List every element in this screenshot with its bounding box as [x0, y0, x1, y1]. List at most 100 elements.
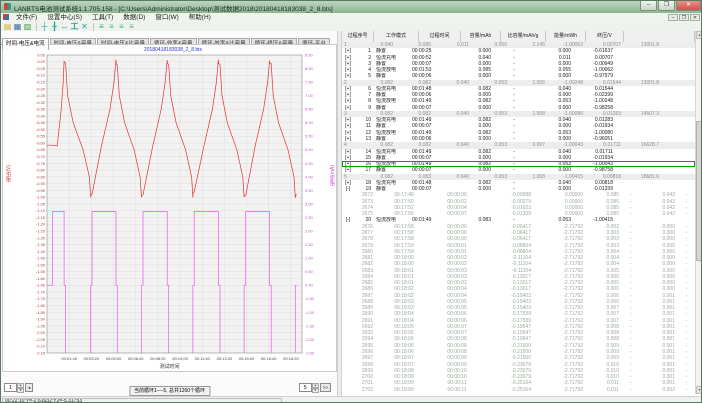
- app-logo-icon: [4, 3, 11, 10]
- svg-text:-1.15: -1.15: [36, 215, 46, 220]
- column-header: 工作模式: [374, 31, 419, 42]
- svg-text:-1.45: -1.45: [36, 256, 46, 261]
- svg-text:-1.80: -1.80: [36, 303, 46, 308]
- svg-text:-0.25: -0.25: [36, 93, 46, 98]
- marker-point-icon[interactable]: ╂: [50, 22, 59, 31]
- svg-text:-2.50: -2.50: [305, 350, 315, 355]
- column-header: 过程序号: [342, 31, 374, 42]
- scroll-up-icon[interactable]: ▲: [696, 31, 702, 39]
- menu-items: 文件(F)设置中心(S)工具(T)数据(D)窗口(W)帮助(H): [11, 13, 216, 22]
- svg-text:-0.15: -0.15: [36, 79, 46, 84]
- data-list-icon-3[interactable]: ≡: [117, 22, 126, 31]
- svg-text:-2.00: -2.00: [305, 337, 315, 342]
- menu-item-4[interactable]: 窗口(W): [150, 13, 183, 22]
- cell: -2.71792: [534, 387, 586, 393]
- scale-adjust-icon[interactable]: ↔: [60, 22, 69, 31]
- svg-text:00:18:20: 00:18:20: [283, 356, 299, 360]
- menu-item-5[interactable]: 帮助(H): [184, 13, 216, 22]
- minimize-button[interactable]: –: [640, 1, 657, 11]
- svg-text:-1.90: -1.90: [36, 317, 46, 322]
- svg-text:-0.80: -0.80: [36, 168, 46, 173]
- svg-text:-1.30: -1.30: [36, 235, 46, 240]
- marker-cross-icon[interactable]: ┼: [40, 22, 49, 31]
- close-curve-icon[interactable]: ✕: [80, 22, 89, 31]
- svg-text:3.50: 3.50: [305, 188, 314, 193]
- tools-icon[interactable]: 工: [70, 22, 79, 31]
- svg-text:-1.20: -1.20: [36, 222, 46, 227]
- cycle-range-label[interactable]: 当前循环1----5, 总共1260个循环: [129, 386, 210, 396]
- svg-text:7.50: 7.50: [305, 79, 314, 84]
- scrollbar-thumb[interactable]: [696, 121, 702, 261]
- menu-item-1[interactable]: 设置中心(S): [42, 13, 87, 22]
- svg-text:-0.05: -0.05: [36, 66, 46, 71]
- svg-text:8.00: 8.00: [305, 66, 314, 71]
- svg-text:-0.90: -0.90: [36, 181, 46, 186]
- column-header: 过程时间: [419, 31, 461, 42]
- vertical-scrollbar[interactable]: ▲ ▼: [695, 31, 702, 394]
- svg-text:-1.60: -1.60: [36, 276, 46, 281]
- maximize-button[interactable]: ❐: [658, 1, 675, 11]
- svg-text:-2.05: -2.05: [36, 337, 46, 342]
- svg-text:-0.35: -0.35: [36, 107, 46, 112]
- mdi-close-button[interactable]: ✕: [690, 14, 700, 21]
- column-header: 比容量/mAh/g: [501, 31, 546, 42]
- svg-text:7.00: 7.00: [305, 93, 314, 98]
- menu-item-3[interactable]: 数据(D): [118, 13, 150, 22]
- table-row[interactable]: 270200:18:0900:00:11-0.25164-2.717920.01…: [342, 387, 695, 393]
- svg-text:1.00: 1.00: [305, 256, 314, 261]
- svg-text:00:10:00: 00:10:00: [172, 356, 188, 360]
- menu-item-2[interactable]: 工具(T): [87, 13, 118, 22]
- column-header: [624, 31, 695, 42]
- svg-text:5.50: 5.50: [305, 134, 314, 139]
- mdi-restore-button[interactable]: ❐: [679, 14, 689, 21]
- status-bar: 00:22:10;Y=-2.61632;Y2=-5.31753: [1, 396, 702, 403]
- data-list-icon-2[interactable]: ≡: [107, 22, 116, 31]
- svg-text:-0.50: -0.50: [305, 296, 315, 301]
- svg-text:-0.50: -0.50: [36, 127, 46, 132]
- column-header: 容量/mAh: [461, 31, 501, 42]
- chart-panel: 时间-电压&电流时间-电压&容量时间-电压&比容量循环-效率&容量循环-效率&比…: [1, 31, 337, 396]
- chart-canvas: 0.050.00-0.05-0.10-0.15-0.20-0.25-0.30-0…: [3, 45, 336, 360]
- svg-text:00:11:40: 00:11:40: [195, 356, 211, 360]
- fast-forward-button[interactable]: >>: [320, 383, 331, 392]
- svg-text:2.50: 2.50: [305, 215, 314, 220]
- data-table-panel: 过程序号工作模式过程时间容量/mAh比容量/mAh/g能量/mWh终压/V 10…: [342, 31, 702, 396]
- prev-cycle-button[interactable]: ◂: [25, 383, 33, 392]
- svg-text:00:06:40: 00:06:40: [128, 356, 144, 360]
- svg-text:00:03:20: 00:03:20: [84, 356, 100, 360]
- spin-down-icon[interactable]: ▼: [312, 388, 319, 393]
- cell: -0.25164: [482, 387, 534, 393]
- svg-text:-1.95: -1.95: [36, 323, 46, 328]
- spin-down-icon[interactable]: ▼: [17, 388, 24, 393]
- svg-text:-0.10: -0.10: [36, 73, 46, 78]
- svg-text:-1.05: -1.05: [36, 201, 46, 206]
- mdi-minimize-button[interactable]: –: [668, 14, 678, 21]
- svg-text:-0.70: -0.70: [36, 154, 46, 159]
- data-list-icon-1[interactable]: ≡: [97, 22, 106, 31]
- svg-text:-0.45: -0.45: [36, 120, 46, 125]
- svg-text:-1.50: -1.50: [36, 262, 46, 267]
- column-header: 能量/mWh: [546, 31, 586, 42]
- svg-text:0.00: 0.00: [305, 283, 314, 288]
- save-icon[interactable]: ▦: [13, 22, 22, 31]
- svg-text:00:15:00: 00:15:00: [239, 356, 255, 360]
- svg-text:3.00: 3.00: [305, 201, 314, 206]
- data-list-icon-4[interactable]: ≡: [127, 22, 136, 31]
- open-file-icon[interactable]: ▤: [3, 22, 12, 31]
- scroll-down-icon[interactable]: ▼: [696, 386, 702, 394]
- export-image-icon[interactable]: ▧: [23, 22, 32, 31]
- close-button[interactable]: ✕: [676, 1, 701, 11]
- svg-text:4.50: 4.50: [305, 161, 314, 166]
- svg-text:5.00: 5.00: [305, 147, 314, 152]
- start-cycle-spinner[interactable]: 1: [4, 383, 17, 392]
- svg-text:-0.40: -0.40: [36, 113, 46, 118]
- tab-0[interactable]: 时间-电压&电流: [2, 38, 49, 50]
- svg-text:1.50: 1.50: [305, 242, 314, 247]
- menu-item-0[interactable]: 文件(F): [11, 13, 42, 22]
- toolbar-separator: [93, 23, 94, 31]
- end-cycle-spinner[interactable]: 5: [299, 383, 312, 392]
- app-window: LANBTS电池测试系统1.1.705.158 - [C:\Users\Admi…: [0, 0, 702, 403]
- cell: 2702: [342, 387, 376, 393]
- svg-text:-1.55: -1.55: [36, 269, 46, 274]
- svg-text:4.00: 4.00: [305, 174, 314, 179]
